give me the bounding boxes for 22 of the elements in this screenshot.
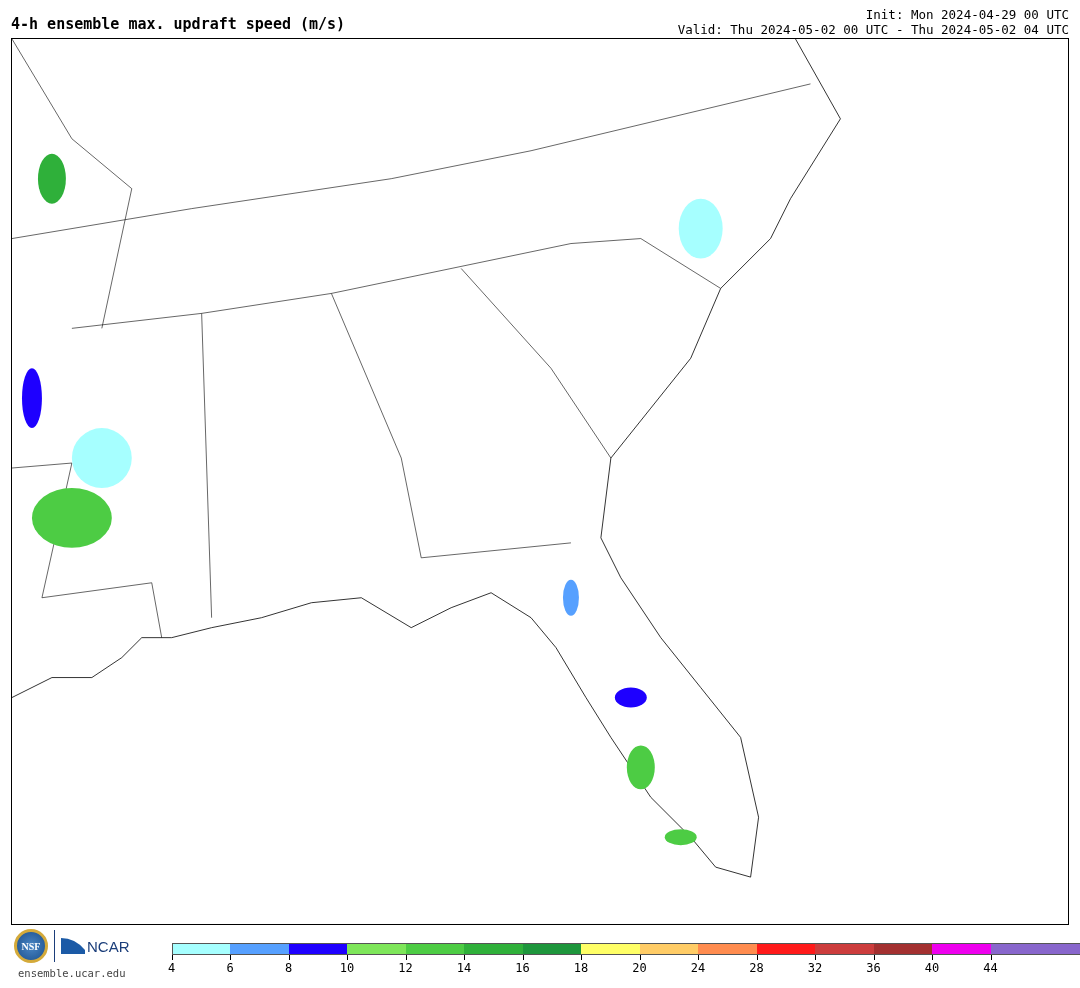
- legend-label: 36: [866, 961, 881, 975]
- valid-time: Valid: Thu 2024-05-02 00 UTC - Thu 2024-05-02 04 UTC: [677, 22, 1069, 37]
- swoosh-icon: [61, 936, 85, 956]
- ncar-logo: NCAR: [87, 937, 130, 955]
- legend-label: 18: [573, 961, 589, 975]
- nsf-logo: NSF: [14, 929, 48, 963]
- legend-label: 44: [983, 961, 998, 975]
- chart-title: 4-h ensemble max. updraft speed (m/s): [11, 15, 346, 35]
- site-url: ensemble.ucar.edu: [18, 967, 126, 979]
- legend-label: 40: [924, 961, 940, 975]
- legend-label: 4: [167, 961, 176, 975]
- legend-label: 6: [226, 961, 234, 975]
- legend-label: 24: [690, 961, 706, 975]
- legend-label: 32: [807, 961, 823, 975]
- legend-label: 20: [632, 961, 647, 975]
- legend-label: 10: [339, 961, 355, 975]
- legend-label: 8: [284, 961, 293, 975]
- init-time: Init: Mon 2024-04-29 00 UTC: [865, 7, 1069, 22]
- legend-label: 14: [456, 961, 472, 975]
- legend-label: 28: [749, 961, 764, 975]
- legend-label: 16: [515, 961, 530, 975]
- legend-label: 12: [398, 961, 413, 975]
